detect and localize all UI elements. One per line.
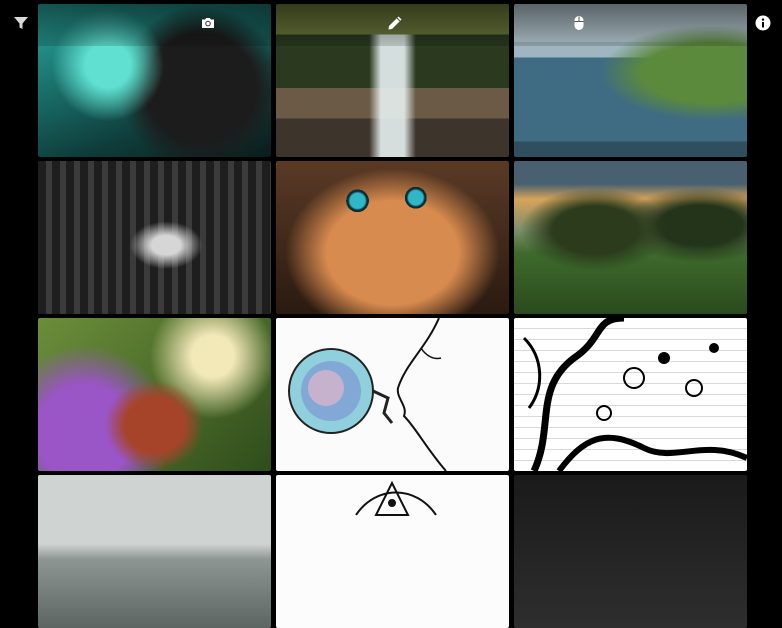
gallery-tile-geometric-drawing[interactable] [276,475,509,628]
camera-icon [202,18,214,28]
filter-icon [14,17,28,29]
geometric-drawing-art [355,480,437,516]
digital-art-category-button[interactable] [566,10,592,36]
info-icon [755,15,771,31]
gallery-tile-butterfly[interactable] [38,318,271,471]
doodle-art [522,318,747,471]
image-gallery-grid [38,0,748,628]
toolbar-tab-background-photos [38,0,271,46]
drawing-category-button[interactable] [382,10,408,36]
gallery-tile-cat[interactable] [276,161,509,314]
gallery-tile-dark-photo[interactable] [514,475,747,628]
gallery-tile-doodle-art[interactable] [514,318,747,471]
gallery-tile-mountains[interactable] [38,475,271,628]
photography-category-button[interactable] [195,10,221,36]
gallery-tile-bubble-drawing[interactable] [276,318,509,471]
filter-button[interactable] [8,10,34,36]
toolbar-tab-background-digital [514,0,747,46]
bubble-drawing-art [288,318,447,471]
gallery-tile-chapel-interior[interactable] [38,161,271,314]
gallery-tile-landscape-sunset[interactable] [514,161,747,314]
pencil-icon [388,16,402,30]
mouse-icon [574,16,584,30]
info-button[interactable] [750,10,776,36]
